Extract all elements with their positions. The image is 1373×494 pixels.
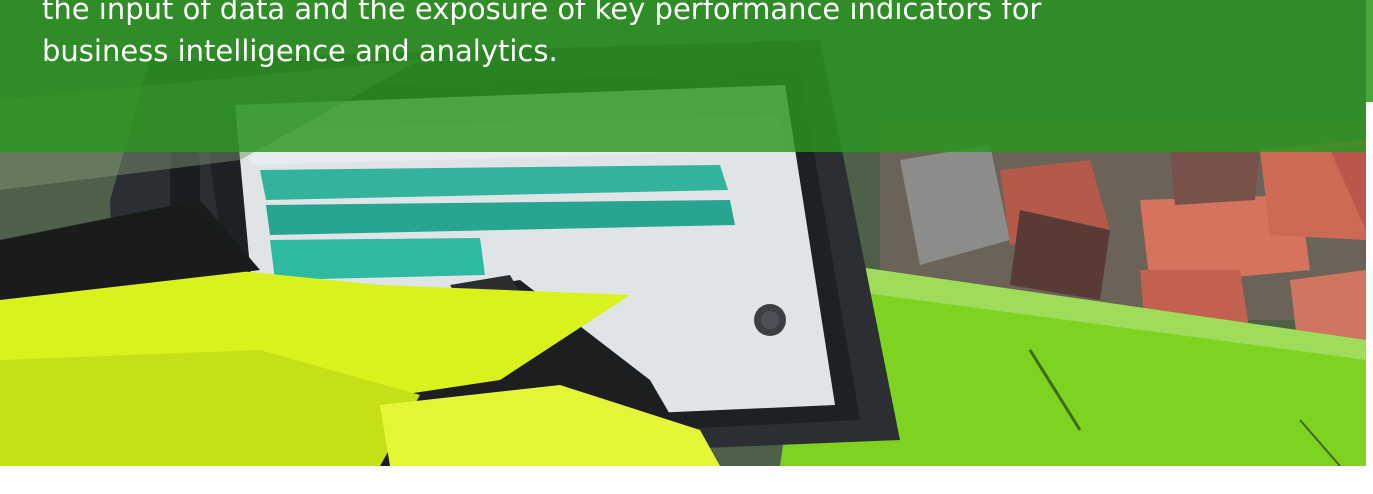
caption-line-1: the input of data and the exposure of ke… [42, 0, 1042, 26]
accent-bar [1366, 0, 1373, 102]
caption-line-2: business intelligence and analytics. [42, 34, 558, 68]
caption-text: the input of data and the exposure of ke… [42, 0, 1242, 72]
